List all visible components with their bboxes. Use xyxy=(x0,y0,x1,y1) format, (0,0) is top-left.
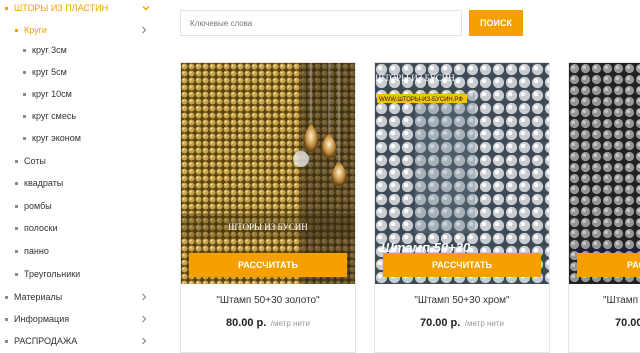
product-image[interactable]: ШТОРЫ ИЗ БУСИН WWW.ШТОРЫ-ИЗ-БУСИН.РФ Шта… xyxy=(375,63,549,284)
sidebar-item-krug-10sm[interactable]: круг 10см xyxy=(0,84,160,104)
bullet-icon xyxy=(5,317,8,321)
sidebar-item-poloski[interactable]: полоски xyxy=(0,218,160,238)
sidebar-item-shtory-iz-plastin[interactable]: ШТОРЫ ИЗ ПЛАСТИН xyxy=(0,0,160,18)
product-title[interactable]: "Штамп 50 xyxy=(603,295,640,306)
bullet-icon xyxy=(23,136,26,140)
product-title[interactable]: "Штамп 50+30 хром" xyxy=(375,295,549,306)
sidebar-item-label: Круги xyxy=(24,25,47,35)
product-price: 70.00 р. xyxy=(419,317,461,329)
sidebar-item-label: Информация xyxy=(14,314,70,324)
bullet-icon xyxy=(5,339,8,343)
sidebar-item-panno[interactable]: панно xyxy=(0,241,160,261)
product-image[interactable]: ШТОРЫ ИЗ БУСИН xyxy=(181,63,355,284)
chevron-right-icon[interactable] xyxy=(138,24,150,36)
sidebar-item-label: Треугольники xyxy=(24,269,81,279)
sidebar-item-krug-ekonom[interactable]: круг эконом xyxy=(0,128,160,148)
sidebar-item-romby[interactable]: ромбы xyxy=(0,196,160,216)
sidebar-item-informatsiya[interactable]: Информация xyxy=(0,309,160,329)
sidebar-item-krug-5sm[interactable]: круг 5см xyxy=(0,62,160,82)
bullet-icon xyxy=(5,6,8,10)
bullet-icon xyxy=(15,226,18,230)
sidebar-item-label: РАСПРОДАЖА xyxy=(14,336,78,346)
sidebar-item-krug-3sm[interactable]: круг 3см xyxy=(0,40,160,60)
product-card[interactable]: РАСС "Штамп 50 70.00 xyxy=(568,62,640,353)
product-price: 70.00 xyxy=(615,317,640,329)
sidebar-item-label: круг смесь xyxy=(32,111,77,121)
sidebar-item-label: круг 10см xyxy=(32,89,72,99)
sidebar-item-label: Соты xyxy=(24,156,46,166)
bullet-icon xyxy=(15,28,18,32)
price-line: 70.00 р. /метр нити xyxy=(375,313,549,331)
watermark-text: ШТОРЫ ИЗ БУСИН xyxy=(228,222,308,232)
bullet-icon xyxy=(23,92,26,96)
bullet-icon xyxy=(5,295,8,299)
sidebar: ШТОРЫ ИЗ ПЛАСТИН Круги круг 3см круг 5см… xyxy=(0,0,160,353)
watermark-text: ШТОРЫ ИЗ БУСИН xyxy=(375,73,455,83)
chevron-down-icon[interactable] xyxy=(140,2,152,14)
product-image[interactable] xyxy=(569,63,640,284)
search-button[interactable]: ПОИСК xyxy=(469,10,523,36)
bullet-icon xyxy=(15,181,18,185)
bullet-icon xyxy=(23,70,26,74)
sidebar-item-krug-smes[interactable]: круг смесь xyxy=(0,106,160,126)
sidebar-item-label: квадраты xyxy=(24,178,64,188)
bullet-icon xyxy=(15,159,18,163)
sidebar-item-label: круг эконом xyxy=(32,133,81,143)
sidebar-item-krugi[interactable]: Круги xyxy=(0,20,160,40)
bullet-icon xyxy=(15,249,18,253)
bullet-icon xyxy=(15,204,18,208)
sidebar-item-label: панно xyxy=(24,246,49,256)
sidebar-item-label: Материалы xyxy=(14,292,63,302)
sidebar-item-label: круг 3см xyxy=(32,45,67,55)
price-line: 70.00 xyxy=(615,313,640,331)
product-card[interactable]: ШТОРЫ ИЗ БУСИН РАССЧИТАТЬ "Штамп 50+30 з… xyxy=(180,62,356,353)
calculate-button[interactable]: РАССЧИТАТЬ xyxy=(189,253,347,277)
product-price: 80.00 р. xyxy=(225,317,267,329)
price-unit: /метр нити xyxy=(270,319,311,328)
price-line: 80.00 р. /метр нити xyxy=(181,313,355,331)
site-url-text: WWW.ШТОРЫ-ИЗ-БУСИН.РФ xyxy=(379,97,463,103)
chevron-right-icon[interactable] xyxy=(138,291,150,303)
calculate-button[interactable]: РАСС xyxy=(577,253,640,277)
sidebar-item-label: ромбы xyxy=(24,201,52,211)
calculate-button[interactable]: РАССЧИТАТЬ xyxy=(383,253,541,277)
product-card[interactable]: ШТОРЫ ИЗ БУСИН WWW.ШТОРЫ-ИЗ-БУСИН.РФ Шта… xyxy=(374,62,550,353)
sidebar-item-label: ШТОРЫ ИЗ ПЛАСТИН xyxy=(14,3,109,13)
chevron-right-icon[interactable] xyxy=(138,335,150,347)
price-unit: /метр нити xyxy=(464,319,505,328)
bullet-icon xyxy=(23,114,26,118)
sidebar-item-label: полоски xyxy=(24,223,58,233)
sidebar-item-soty[interactable]: Соты xyxy=(0,151,160,171)
bullet-icon xyxy=(15,272,18,276)
sidebar-item-materialy[interactable]: Материалы xyxy=(0,287,160,307)
product-title[interactable]: "Штамп 50+30 золото" xyxy=(181,295,355,306)
search-input[interactable] xyxy=(180,10,462,36)
sidebar-item-label: круг 5см xyxy=(32,67,67,77)
sidebar-item-rasprodazha[interactable]: РАСПРОДАЖА xyxy=(0,331,160,351)
bullet-icon xyxy=(23,48,26,52)
sidebar-item-treugolniki[interactable]: Треугольники xyxy=(0,264,160,284)
sidebar-item-kvadraty[interactable]: квадраты xyxy=(0,173,160,193)
chevron-right-icon[interactable] xyxy=(138,313,150,325)
